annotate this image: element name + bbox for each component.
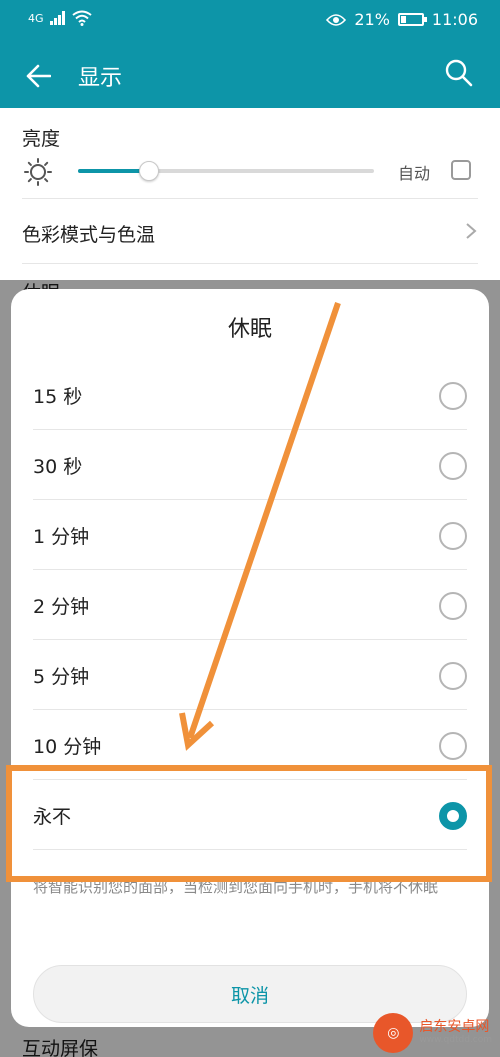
option-2min[interactable]: 2 分钟 <box>33 570 467 640</box>
option-label: 1 分钟 <box>33 526 90 548</box>
option-10min[interactable]: 10 分钟 <box>33 710 467 780</box>
brightness-slider-thumb[interactable] <box>139 161 160 181</box>
watermark: ◎ 启东安卓网 www.qdtdd.com <box>373 1013 492 1053</box>
smart-sleep-hint: 将智能识别您的面部，当检测到您面向手机时，手机将不休眠 <box>33 878 439 896</box>
radio-button[interactable] <box>439 382 467 410</box>
status-right: 21% 11:06 <box>326 10 478 29</box>
chevron-right-icon <box>466 223 477 239</box>
auto-brightness-checkbox[interactable] <box>451 160 471 180</box>
option-15s[interactable]: 15 秒 <box>33 360 467 430</box>
battery-percent: 21% <box>354 10 390 29</box>
battery-icon <box>397 13 427 26</box>
watermark-brand: 启东安卓网 <box>419 1019 490 1035</box>
option-label: 30 秒 <box>33 456 83 478</box>
option-label: 5 分钟 <box>33 666 90 688</box>
signal-icon <box>49 11 65 25</box>
color-mode-label: 色彩模式与色温 <box>22 224 156 246</box>
radio-button-selected[interactable] <box>439 802 467 830</box>
divider <box>33 849 467 850</box>
divider <box>22 263 478 264</box>
option-label: 15 秒 <box>33 386 83 408</box>
option-1min[interactable]: 1 分钟 <box>33 500 467 570</box>
watermark-logo-icon: ◎ <box>373 1013 414 1053</box>
option-label: 2 分钟 <box>33 596 90 618</box>
signal-label: 4G <box>28 11 44 25</box>
sleep-dialog: 休眠 15 秒 30 秒 1 分钟 2 分钟 5 分钟 10 分钟 永不 将智能… <box>11 289 489 1027</box>
radio-button[interactable] <box>439 522 467 550</box>
sun-icon <box>24 158 52 186</box>
option-label: 永不 <box>33 806 72 828</box>
brightness-title: 亮度 <box>22 128 61 150</box>
color-mode-row[interactable]: 色彩模式与色温 <box>22 200 478 264</box>
divider <box>22 198 478 199</box>
radio-button[interactable] <box>439 662 467 690</box>
option-never[interactable]: 永不 <box>33 780 467 850</box>
auto-brightness-label: 自动 <box>398 164 431 183</box>
search-button[interactable] <box>444 58 478 92</box>
clock: 11:06 <box>431 10 478 29</box>
eye-icon <box>326 13 347 26</box>
wifi-icon <box>71 10 92 26</box>
watermark-url: www.qdtdd.com <box>419 1035 492 1045</box>
radio-button[interactable] <box>439 452 467 480</box>
brightness-slider[interactable] <box>78 161 374 181</box>
option-30s[interactable]: 30 秒 <box>33 430 467 500</box>
dialog-title: 休眠 <box>227 317 272 342</box>
option-label: 10 分钟 <box>33 736 102 758</box>
radio-button[interactable] <box>439 732 467 760</box>
radio-button[interactable] <box>439 592 467 620</box>
search-icon <box>445 59 473 87</box>
back-button[interactable] <box>18 56 58 96</box>
app-header: 显示 <box>0 42 500 108</box>
back-arrow-icon <box>26 64 51 88</box>
status-bar: 4G 21% 11:06 <box>0 0 500 42</box>
option-5min[interactable]: 5 分钟 <box>33 640 467 710</box>
status-left: 4G <box>28 10 92 26</box>
page-title: 显示 <box>78 66 123 91</box>
